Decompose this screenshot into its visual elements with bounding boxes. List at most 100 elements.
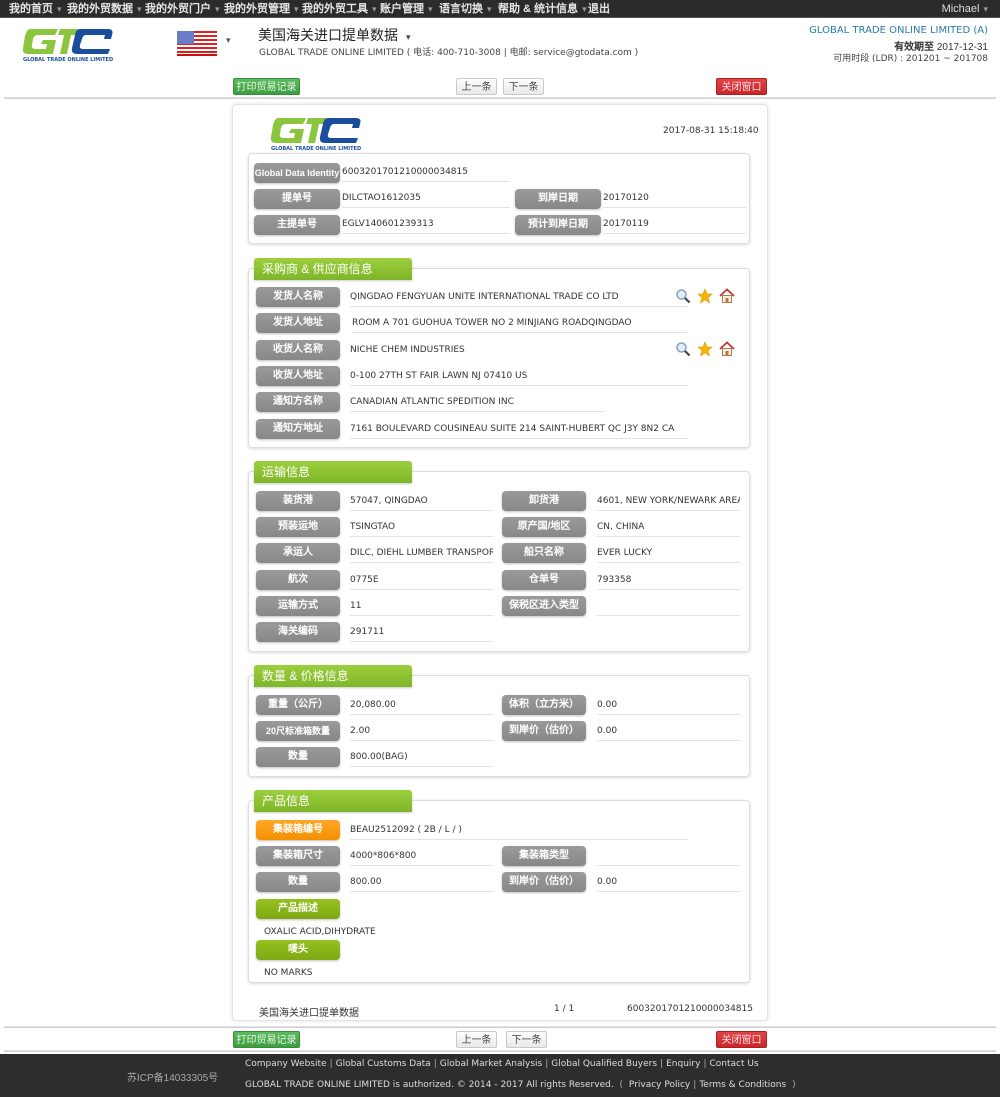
product-cif-label: 到岸价（估价）: [502, 872, 586, 892]
prev-record-button[interactable]: 上一条: [456, 78, 497, 95]
consignee-address-value: 0-100 27TH ST FAIR LAWN NJ 07410 US: [350, 369, 688, 386]
logo-caption: GLOBAL TRADE ONLINE LIMITED: [271, 146, 361, 152]
footer-link-global-customs-data[interactable]: Global Customs Data: [336, 1059, 431, 1069]
footer-link-global-qualified-buyers[interactable]: Global Qualified Buyers: [551, 1059, 657, 1069]
nav-trade-tools[interactable]: 我的外贸工具 ▾: [302, 0, 377, 18]
nav-help[interactable]: 帮助 & 统计信息 ▾: [498, 0, 587, 18]
discharge-port-label: 卸货港: [502, 491, 586, 511]
loading-port-value: 57047, QINGDAO: [350, 494, 493, 511]
weight-value: 20,080.00: [350, 698, 493, 715]
nav-home[interactable]: 我的首页 ▾: [9, 0, 62, 18]
chevron-down-icon: ▾: [428, 4, 433, 14]
star-icon[interactable]: [697, 288, 713, 304]
consignee-address-label: 收货人地址: [256, 366, 340, 386]
home-icon[interactable]: [719, 341, 735, 357]
prev-record-button[interactable]: 上一条: [456, 1031, 497, 1048]
copyright-text: GLOBAL TRADE ONLINE LIMITED is authorize…: [245, 1080, 614, 1090]
chevron-down-icon: ▾: [137, 4, 142, 14]
chevron-down-icon: ▾: [487, 4, 492, 14]
page-title[interactable]: 美国海关进口提单数据 ▾: [258, 25, 411, 45]
home-icon[interactable]: [719, 288, 735, 304]
nav-language[interactable]: 语言切换 ▾: [439, 0, 492, 18]
nav-logout[interactable]: 退出: [588, 0, 610, 18]
quantity-label: 数量: [256, 747, 340, 767]
footer-link-contact-us[interactable]: Contact Us: [709, 1059, 758, 1069]
notify-name-value: CANADIAN ATLANTIC SPEDITION INC: [350, 395, 604, 412]
container-size-label: 集装箱尺寸: [256, 846, 340, 866]
next-record-button[interactable]: 下一条: [503, 78, 544, 95]
bonded-entry-type-label: 保税区进入类型: [502, 596, 586, 616]
separator: |: [329, 1059, 333, 1069]
privacy-policy-link[interactable]: Privacy Policy: [629, 1080, 690, 1090]
quantity-value: 800.00(BAG): [350, 750, 493, 767]
footer-links: Company Website | Global Customs Data | Glob…: [245, 1059, 759, 1069]
manifest-no-value: 793358: [597, 573, 740, 590]
consignee-name-label: 收货人名称: [256, 340, 340, 360]
discharge-port-value: 4601, NEW YORK/NEWARK AREA, N: [597, 494, 740, 511]
gto-logo-icon: GLOBAL TRADE ONLINE LIMITED: [22, 29, 113, 63]
user-name: Michael: [941, 3, 980, 15]
volume-label: 体积（立方米）: [502, 695, 586, 715]
separator: |: [693, 1080, 697, 1090]
user-menu[interactable]: Michael ▾: [942, 0, 988, 18]
company-contact: GLOBAL TRADE ONLINE LIMITED ( 电话: 400-71…: [259, 48, 639, 58]
container-type-label: 集装箱类型: [502, 846, 586, 866]
chevron-down-icon: ▾: [406, 32, 411, 42]
terms-conditions-link[interactable]: Terms & Conditions: [699, 1080, 786, 1090]
footer-copyright: GLOBAL TRADE ONLINE LIMITED is authorize…: [245, 1080, 799, 1090]
record-page-indicator: 1 / 1: [554, 1004, 575, 1014]
close-window-button[interactable]: 关闭窗口: [716, 1031, 767, 1048]
nav-trade-data[interactable]: 我的外贸数据 ▾: [67, 0, 142, 18]
nav-label: 退出: [588, 3, 610, 15]
search-icon[interactable]: [675, 341, 691, 357]
weight-label: 重量（公斤）: [256, 695, 340, 715]
chevron-down-icon: ▾: [57, 4, 62, 14]
vessel-name-value: EVER LUCKY: [597, 546, 740, 563]
nav-trade-portal[interactable]: 我的外贸门户 ▾: [145, 0, 220, 18]
marks-label: 唛头: [256, 940, 340, 960]
arrival-date-label: 到岸日期: [515, 189, 601, 209]
notify-name-label: 通知方名称: [256, 392, 340, 412]
next-record-button[interactable]: 下一条: [506, 1031, 547, 1048]
card-logo: GLOBAL TRADE ONLINE LIMITED: [270, 114, 362, 155]
record-id: 6003201701210000034815: [627, 1004, 753, 1014]
consignee-actions: [675, 341, 735, 357]
voyage-value: 0775E: [350, 573, 493, 590]
cif-value-label: 到岸价（估价）: [502, 721, 586, 741]
voyage-label: 航次: [256, 570, 340, 590]
print-record-button[interactable]: 打印贸易记录: [233, 1031, 300, 1048]
divider: [4, 1050, 996, 1052]
est-arrival-value: 20170119: [603, 217, 746, 234]
search-icon[interactable]: [675, 288, 691, 304]
divider: [4, 97, 996, 99]
bill-no-value: DILCTAO1612035: [342, 191, 510, 208]
gto-logo[interactable]: GLOBAL TRADE ONLINE LIMITED: [22, 25, 114, 63]
paren-open: (: [616, 1080, 626, 1090]
close-window-button[interactable]: 关闭窗口: [716, 78, 767, 95]
print-record-button[interactable]: 打印贸易记录: [233, 78, 300, 95]
page-title-text: 美国海关进口提单数据: [258, 27, 398, 43]
separator: |: [545, 1059, 549, 1069]
us-flag-icon[interactable]: [177, 31, 217, 56]
product-panel-title: 产品信息: [254, 790, 412, 812]
footer-link-enquiry[interactable]: Enquiry: [666, 1059, 700, 1069]
container-no-label: 集装箱编号: [256, 820, 340, 840]
shipper-address-label: 发货人地址: [256, 313, 340, 333]
nav-trade-management[interactable]: 我的外贸管理 ▾: [224, 0, 299, 18]
teu-value: 2.00: [350, 724, 493, 741]
gto-logo-icon: GLOBAL TRADE ONLINE LIMITED: [270, 118, 361, 152]
footer-link-company-website[interactable]: Company Website: [245, 1059, 327, 1069]
place-of-receipt-value: TSINGTAO: [350, 520, 493, 537]
global-id-value: 6003201701210000034815: [342, 165, 510, 182]
nav-account[interactable]: 账户管理 ▾: [380, 0, 433, 18]
product-qty-label: 数量: [256, 872, 340, 892]
product-cif-value: 0.00: [597, 875, 740, 892]
separator: |: [703, 1059, 707, 1069]
origin-country-label: 原产国/地区: [502, 517, 586, 537]
footer-link-global-market-analysis[interactable]: Global Market Analysis: [440, 1059, 542, 1069]
country-dropdown-icon[interactable]: ▾: [226, 35, 231, 46]
record-timestamp: 2017-08-31 15:18:40: [663, 126, 759, 136]
container-size-value: 4000*806*800: [350, 849, 493, 866]
star-icon[interactable]: [697, 341, 713, 357]
shipper-name-value: QINGDAO FENGYUAN UNITE INTERNATIONAL TRA…: [350, 290, 688, 307]
